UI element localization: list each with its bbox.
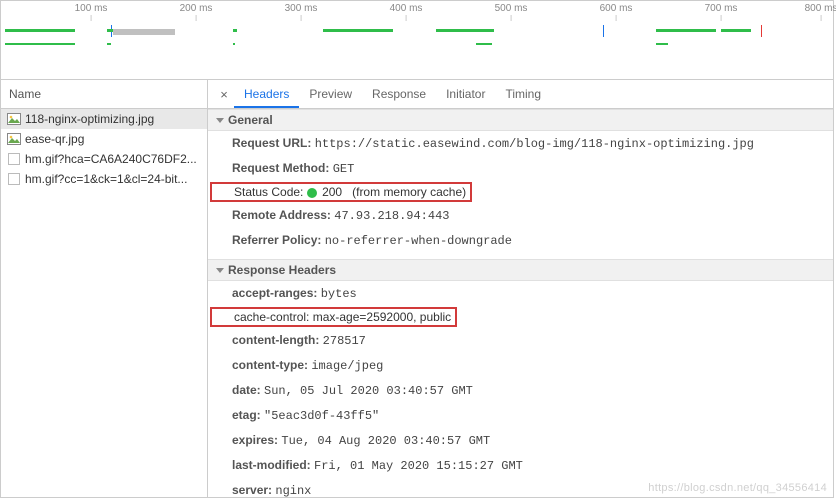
tab-timing[interactable]: Timing: [495, 80, 551, 108]
status-dot-icon: [307, 188, 317, 198]
tick-500ms: 500 ms: [495, 3, 528, 14]
highlight-status-code: Status Code: 200 (from memory cache): [210, 182, 472, 202]
waterfall-bar: [107, 43, 111, 45]
request-name: hm.gif?cc=1&ck=1&cl=24-bit...: [25, 172, 187, 186]
label: server:: [232, 483, 272, 497]
waterfall-bar: [5, 29, 75, 32]
request-name: ease-qr.jpg: [25, 132, 84, 146]
tab-preview[interactable]: Preview: [299, 80, 362, 108]
value: Fri, 01 May 2020 15:15:27 GMT: [314, 459, 523, 473]
request-row[interactable]: 118-nginx-optimizing.jpg: [1, 109, 207, 129]
value: image/jpeg: [311, 359, 383, 373]
label: Referrer Policy:: [232, 233, 321, 247]
close-icon[interactable]: ×: [214, 87, 234, 102]
tab-headers[interactable]: Headers: [234, 80, 299, 108]
value: nginx: [275, 484, 311, 497]
label: etag:: [232, 408, 261, 422]
response-header-row: content-type: image/jpeg: [208, 353, 833, 378]
label: content-length:: [232, 333, 319, 347]
value: https://static.easewind.com/blog-img/118…: [315, 137, 754, 151]
value: GET: [333, 162, 355, 176]
chevron-down-icon: [216, 118, 224, 123]
waterfall-bar: [233, 29, 237, 32]
highlight-cache-control: cache-control: max-age=2592000, public: [210, 307, 457, 327]
tick-700ms: 700 ms: [705, 3, 738, 14]
image-file-icon: [7, 133, 21, 145]
label: cache-control:: [234, 310, 309, 324]
status-note: (from memory cache): [352, 185, 466, 199]
field-request-url: Request URL: https://static.easewind.com…: [208, 131, 833, 156]
response-header-row: date: Sun, 05 Jul 2020 03:40:57 GMT: [208, 378, 833, 403]
request-name: hm.gif?hca=CA6A240C76DF2...: [25, 152, 197, 166]
waterfall-bar: [656, 29, 716, 32]
chevron-down-icon: [216, 268, 224, 273]
section-title: General: [228, 113, 273, 127]
response-header-row: expires: Tue, 04 Aug 2020 03:40:57 GMT: [208, 428, 833, 453]
request-row[interactable]: ease-qr.jpg: [1, 129, 207, 149]
label: date:: [232, 383, 261, 397]
waterfall-bar: [436, 29, 494, 32]
section-title: Response Headers: [228, 263, 336, 277]
tab-response[interactable]: Response: [362, 80, 436, 108]
headers-panel[interactable]: General Request URL: https://static.ease…: [208, 109, 833, 497]
field-request-method: Request Method: GET: [208, 156, 833, 181]
value: 47.93.218.94:443: [334, 209, 449, 223]
field-referrer-policy: Referrer Policy: no-referrer-when-downgr…: [208, 228, 833, 253]
request-row[interactable]: hm.gif?hca=CA6A240C76DF2...: [1, 149, 207, 169]
label: Request Method:: [232, 161, 329, 175]
waterfall-bar: [233, 43, 235, 45]
tick-400ms: 400 ms: [390, 3, 423, 14]
value: max-age=2592000, public: [313, 310, 451, 324]
tick-100ms: 100 ms: [75, 3, 108, 14]
waterfall-bar: [107, 29, 113, 32]
tick-600ms: 600 ms: [600, 3, 633, 14]
label: Request URL:: [232, 136, 311, 150]
waterfall-bar: [113, 29, 175, 35]
response-header-row: server: nginx: [208, 478, 833, 497]
waterfall-marker: [603, 25, 604, 37]
request-list: Name 118-nginx-optimizing.jpg ease-qr.jpg…: [1, 80, 208, 497]
column-header-name[interactable]: Name: [1, 80, 207, 109]
value: "5eac3d0f-43ff5": [264, 409, 379, 423]
label: content-type:: [232, 358, 308, 372]
file-icon: [7, 173, 21, 185]
waterfall-bar: [656, 43, 668, 45]
value: Sun, 05 Jul 2020 03:40:57 GMT: [264, 384, 473, 398]
response-header-row: content-length: 278517: [208, 328, 833, 353]
section-general[interactable]: General: [208, 109, 833, 131]
file-icon: [7, 153, 21, 165]
image-file-icon: [7, 113, 21, 125]
response-header-row: etag: "5eac3d0f-43ff5": [208, 403, 833, 428]
value: Tue, 04 Aug 2020 03:40:57 GMT: [281, 434, 490, 448]
tick-300ms: 300 ms: [285, 3, 318, 14]
label: last-modified:: [232, 458, 311, 472]
label: Remote Address:: [232, 208, 331, 222]
waterfall-bar: [476, 43, 492, 45]
waterfall-bar: [721, 29, 751, 32]
tick-800ms: 800 ms: [805, 3, 836, 14]
response-header-row: last-modified: Fri, 01 May 2020 15:15:27…: [208, 453, 833, 478]
label: accept-ranges:: [232, 286, 317, 300]
label: Status Code:: [234, 185, 303, 199]
tab-bar: × Headers Preview Response Initiator Tim…: [208, 80, 833, 109]
label: expires:: [232, 433, 278, 447]
response-header-row: accept-ranges: bytes: [208, 281, 833, 306]
tab-initiator[interactable]: Initiator: [436, 80, 495, 108]
waterfall-bar: [5, 43, 75, 45]
request-name: 118-nginx-optimizing.jpg: [25, 112, 154, 126]
waterfall-marker: [761, 25, 762, 37]
value: 200: [322, 185, 342, 199]
request-row[interactable]: hm.gif?cc=1&ck=1&cl=24-bit...: [1, 169, 207, 189]
value: no-referrer-when-downgrade: [325, 234, 512, 248]
timeline-overview[interactable]: 100 ms 200 ms 300 ms 400 ms 500 ms 600 m…: [1, 1, 833, 80]
value: bytes: [321, 287, 357, 301]
value: 278517: [323, 334, 366, 348]
section-response-headers[interactable]: Response Headers: [208, 259, 833, 281]
field-remote-address: Remote Address: 47.93.218.94:443: [208, 203, 833, 228]
detail-pane: × Headers Preview Response Initiator Tim…: [208, 80, 833, 497]
waterfall-bar: [323, 29, 393, 32]
tick-200ms: 200 ms: [180, 3, 213, 14]
